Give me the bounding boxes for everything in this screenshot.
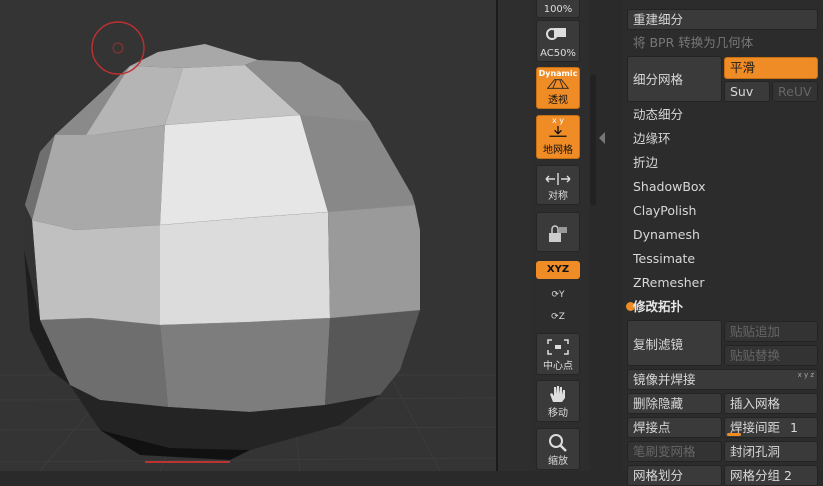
weld-points-button[interactable]: 焊接点 xyxy=(627,417,722,438)
shelf-scroller[interactable] xyxy=(590,0,622,471)
zoom-100-button[interactable]: 100% xyxy=(536,0,580,18)
reuv-label: ReUV xyxy=(778,84,812,99)
xyz-rotate-toggle[interactable]: XYZ xyxy=(536,261,580,279)
delete-hidden-label: 删除隐藏 xyxy=(633,396,684,411)
smooth-toggle[interactable]: 平滑 xyxy=(724,57,818,79)
grid-group-button[interactable]: 网格分组 2 xyxy=(724,465,818,486)
ac50-label: AC50% xyxy=(540,48,576,59)
rebuild-subdiv-button[interactable]: 重建细分 xyxy=(627,9,818,30)
perspective-button[interactable]: Dynamic 透视 xyxy=(536,67,580,109)
edge-loop-label: 边缘环 xyxy=(633,131,671,146)
paste-append-label: 贴贴追加 xyxy=(730,324,781,339)
zoom-icon xyxy=(549,434,567,452)
copy-filter-button[interactable]: 复制滤镜 xyxy=(627,320,722,366)
floor-grid-button[interactable]: x y 地网格 xyxy=(536,115,580,159)
bpr-to-geometry-item[interactable]: 将 BPR 转换为几何体 xyxy=(627,32,819,54)
paste-replace-label: 贴贴替换 xyxy=(730,348,781,363)
close-holes-button[interactable]: 封闭孔洞 xyxy=(724,441,818,462)
weld-dist-value: 1 xyxy=(790,420,798,435)
insert-mesh-button[interactable]: 插入网格 xyxy=(724,393,818,414)
mirror-weld-button[interactable]: 镜像并焊接 x y z xyxy=(627,369,818,390)
crease-label: 折边 xyxy=(633,155,659,170)
close-holes-label: 封闭孔洞 xyxy=(730,444,781,459)
perspective-grid-icon xyxy=(546,79,570,89)
frame-label: 中心点 xyxy=(543,361,573,372)
scale-label: 缩放 xyxy=(548,456,568,467)
shadowbox-label: ShadowBox xyxy=(633,179,706,194)
magnifier-icon xyxy=(546,28,566,40)
subdivide-label: 细分网格 xyxy=(633,72,684,87)
y-label: Y xyxy=(559,290,565,300)
z-label: Z xyxy=(558,312,565,322)
dynamic-subdiv-item[interactable]: 动态细分 xyxy=(627,104,819,126)
brush-to-mesh-button[interactable]: 笔刷变网格 xyxy=(627,441,722,462)
subdivide-button[interactable]: 细分网格 xyxy=(627,56,722,102)
floor-icon xyxy=(549,126,567,137)
dynamesh-label: Dynamesh xyxy=(633,227,700,242)
suv-toggle[interactable]: Suv xyxy=(724,81,770,102)
xyz-label: XYZ xyxy=(546,264,570,275)
lock-camera-button[interactable] xyxy=(536,212,580,252)
move-label: 移动 xyxy=(548,408,568,419)
modify-topology-header[interactable]: 修改拓扑 xyxy=(627,296,819,318)
paste-append-button[interactable]: 贴贴追加 xyxy=(724,321,818,342)
grid-divide-button[interactable]: 网格划分 xyxy=(627,465,722,486)
mirror-weld-label: 镜像并焊接 xyxy=(633,372,696,387)
camera-lock-icon xyxy=(549,225,567,242)
claypolish-item[interactable]: ClayPolish xyxy=(627,200,819,222)
floor-label: 地网格 xyxy=(543,145,573,156)
frame-button[interactable]: 中心点 xyxy=(536,333,580,375)
mirror-axes: x y z xyxy=(797,371,814,379)
rotate-z-icon[interactable]: ⟳Z xyxy=(550,309,566,325)
grid-group-label: 网格分组 2 xyxy=(730,468,792,483)
copy-filter-label: 复制滤镜 xyxy=(633,337,684,352)
dynamesh-item[interactable]: Dynamesh xyxy=(627,224,819,246)
symmetry-arrows-icon xyxy=(545,173,571,185)
move-button[interactable]: 移动 xyxy=(536,380,580,422)
left-dock-strip xyxy=(498,0,530,471)
rebuild-label: 重建细分 xyxy=(633,12,684,27)
grid-divide-label: 网格划分 xyxy=(633,468,684,483)
tessimate-item[interactable]: Tessimate xyxy=(627,248,819,270)
hand-icon xyxy=(550,386,565,402)
paste-replace-button[interactable]: 贴贴替换 xyxy=(724,345,818,366)
zremesher-label: ZRemesher xyxy=(633,275,705,290)
insert-mesh-label: 插入网格 xyxy=(730,396,781,411)
zremesher-item[interactable]: ZRemesher xyxy=(627,272,819,294)
ac50-button[interactable]: AC50% xyxy=(536,20,580,62)
zoom-100-label: 100% xyxy=(543,4,573,15)
crease-item[interactable]: 折边 xyxy=(627,152,819,174)
frame-corners-icon xyxy=(547,339,569,355)
floor-axes: x y xyxy=(551,116,564,125)
scale-button[interactable]: 缩放 xyxy=(536,428,580,470)
reuv-toggle[interactable]: ReUV xyxy=(772,81,818,102)
weld-points-label: 焊接点 xyxy=(633,420,671,435)
tessimate-label: Tessimate xyxy=(633,251,696,266)
brush-mesh-label: 笔刷变网格 xyxy=(633,444,696,459)
weld-distance-slider[interactable]: 焊接间距 1 xyxy=(724,417,818,438)
suv-label: Suv xyxy=(730,84,754,99)
weld-dist-fill xyxy=(727,433,741,436)
rotate-y-icon[interactable]: ⟳Y xyxy=(550,287,566,303)
symmetry-label: 对称 xyxy=(548,191,568,202)
canvas-viewport[interactable] xyxy=(0,0,496,471)
dynamic-subdiv-label: 动态细分 xyxy=(633,107,684,122)
bpr-label: 将 BPR 转换为几何体 xyxy=(633,35,754,50)
symmetry-button[interactable]: 对称 xyxy=(536,165,580,205)
dynamic-tag: Dynamic xyxy=(538,69,578,78)
sphere-model xyxy=(0,0,496,471)
perspective-label: 透视 xyxy=(548,95,568,106)
delete-hidden-button[interactable]: 删除隐藏 xyxy=(627,393,722,414)
smooth-label: 平滑 xyxy=(730,60,756,75)
claypolish-label: ClayPolish xyxy=(633,203,697,218)
collapse-arrow-icon[interactable] xyxy=(599,132,605,144)
shadowbox-item[interactable]: ShadowBox xyxy=(627,176,819,198)
edge-loop-item[interactable]: 边缘环 xyxy=(627,128,819,150)
modify-topo-label: 修改拓扑 xyxy=(633,299,684,314)
